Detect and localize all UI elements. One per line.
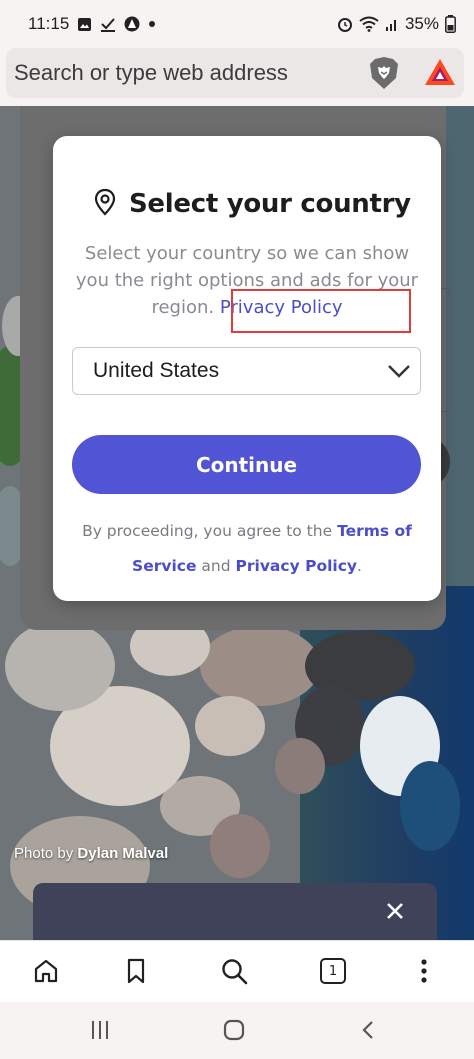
status-bar: 11:15 35% [0, 0, 474, 48]
back-icon[interactable] [360, 1019, 376, 1046]
photo-credit-prefix: Photo by [14, 845, 74, 862]
tabs-icon[interactable]: 1 [320, 958, 346, 984]
continue-button[interactable]: Continue [72, 435, 421, 494]
legal-privacy-policy-link[interactable]: Privacy Policy [236, 557, 358, 575]
country-select[interactable]: United States [72, 347, 421, 395]
gallery-icon [77, 17, 92, 32]
dot-icon [148, 20, 156, 28]
photo-credit-author[interactable]: Dylan Malval [77, 845, 168, 862]
status-right: 35% [337, 14, 456, 34]
legal-suffix: . [357, 557, 362, 575]
country-select-modal: Select your country Select your country … [53, 136, 441, 601]
recent-apps-icon[interactable] [90, 1019, 110, 1046]
search-icon[interactable] [220, 957, 250, 992]
bookmark-icon[interactable] [124, 957, 148, 990]
chevron-down-icon [386, 360, 412, 388]
modal-header: Select your country [93, 188, 411, 220]
system-navigation-bar [0, 1002, 474, 1059]
app-icon [124, 16, 140, 32]
battery-icon [445, 15, 456, 33]
brave-shield-icon[interactable] [368, 56, 400, 95]
legal-notice: By proceeding, you agree to the Terms of… [73, 514, 421, 584]
photo-credit: Photo by Dylan Malval [14, 845, 168, 862]
notification-bar [33, 883, 437, 940]
highlight-annotation [231, 289, 411, 333]
web-content: Select your country Select your country … [0, 106, 474, 940]
legal-and: and [201, 557, 231, 575]
selected-country: United States [93, 359, 220, 382]
battery-level: 35% [404, 14, 439, 33]
check-icon [100, 17, 116, 32]
alarm-icon [337, 16, 353, 32]
browser-bottom-toolbar: 1 [0, 940, 474, 1003]
close-icon[interactable] [385, 901, 405, 926]
status-left: 11:15 [28, 14, 156, 34]
address-input[interactable] [12, 52, 356, 94]
home-button-icon[interactable] [223, 1019, 245, 1046]
home-icon[interactable] [32, 957, 60, 990]
browser-toolbar [0, 48, 474, 106]
legal-prefix: By proceeding, you agree to the [82, 522, 333, 540]
modal-title: Select your country [129, 189, 411, 219]
status-time: 11:15 [28, 14, 70, 33]
menu-icon[interactable] [420, 957, 428, 990]
wifi-icon [359, 16, 379, 32]
signal-icon [385, 17, 399, 31]
bat-rewards-icon[interactable] [424, 58, 456, 91]
location-pin-icon [93, 188, 117, 220]
address-bar[interactable] [6, 48, 464, 98]
